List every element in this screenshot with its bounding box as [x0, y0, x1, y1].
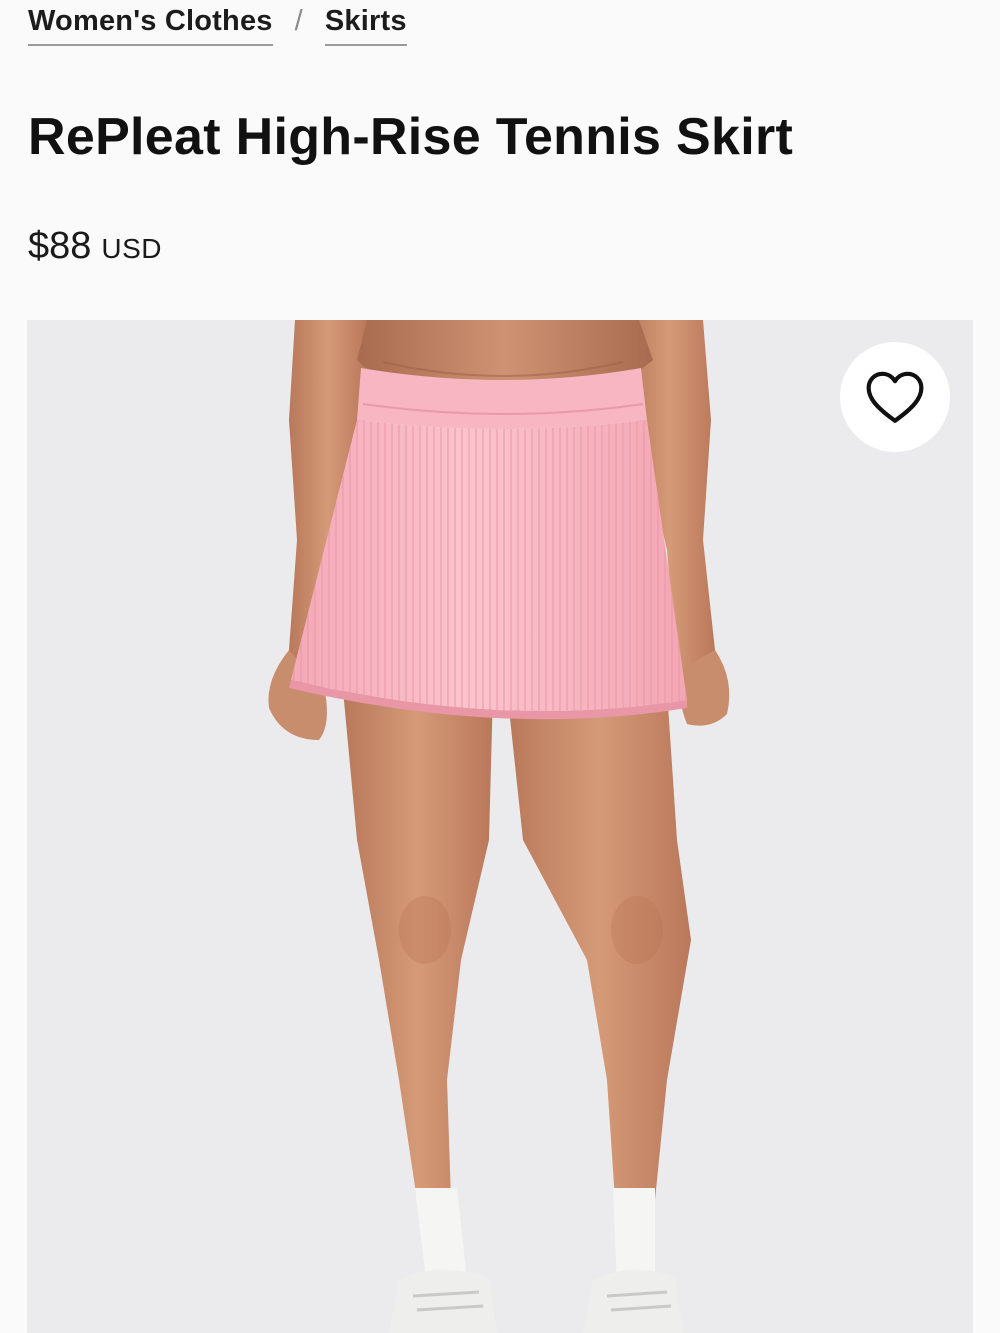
product-title: RePleat High-Rise Tennis Skirt — [28, 108, 794, 166]
product-image[interactable] — [27, 320, 973, 1333]
breadcrumb: Women's Clothes / Skirts — [28, 0, 407, 52]
price-currency: USD — [101, 233, 163, 264]
model-wearing-skirt-illustration — [27, 320, 973, 1333]
breadcrumb-separator: / — [294, 5, 303, 37]
price-amount: $88 — [28, 225, 92, 267]
heart-outline-icon — [866, 371, 924, 423]
breadcrumb-link-skirts[interactable]: Skirts — [324, 0, 407, 46]
breadcrumb-link-womens-clothes[interactable]: Women's Clothes — [28, 0, 273, 46]
wishlist-button[interactable] — [840, 342, 950, 452]
product-price: $88 USD — [28, 222, 162, 270]
